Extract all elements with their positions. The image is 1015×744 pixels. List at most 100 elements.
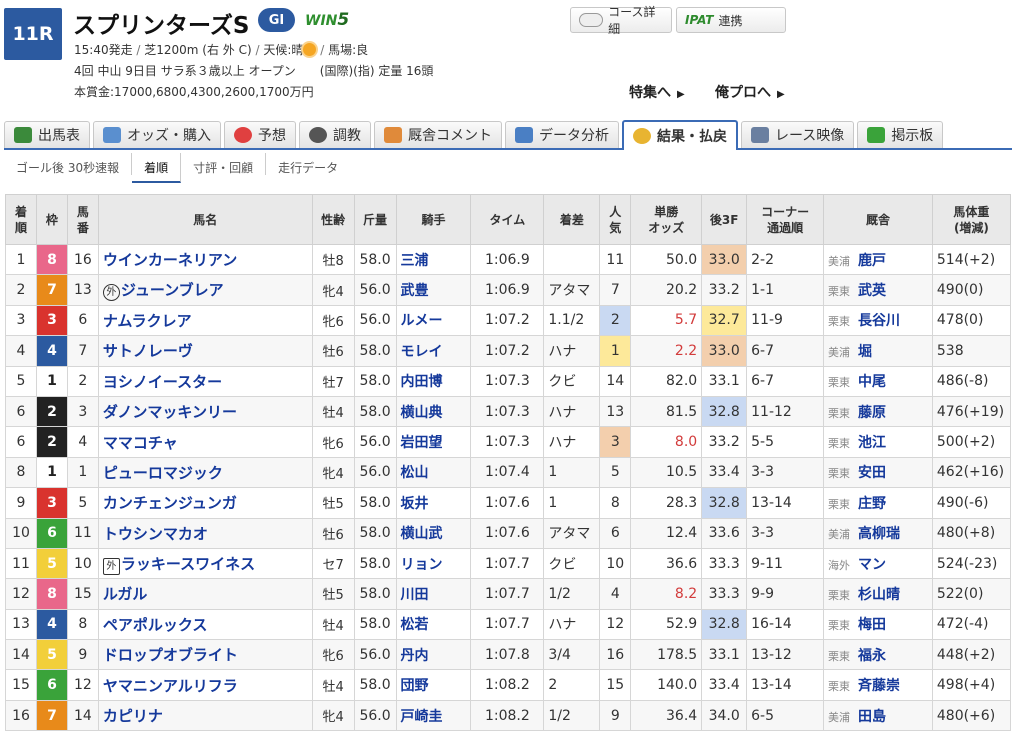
jockey-link[interactable]: 松山 bbox=[395, 456, 472, 489]
horse-name-link[interactable]: ドロップオブライト bbox=[103, 646, 238, 664]
horse-name-cell[interactable]: 外ラッキースワイネス bbox=[97, 547, 313, 580]
trainer-link[interactable]: 高柳瑞 bbox=[858, 526, 900, 542]
horse-name-cell[interactable]: トウシンマカオ bbox=[97, 517, 313, 549]
header-name[interactable]: 馬名 bbox=[97, 194, 313, 245]
trainer-link[interactable]: 杉山晴 bbox=[858, 587, 900, 603]
header-weight[interactable]: 斤量 bbox=[353, 194, 397, 245]
trainer-link[interactable]: 中尾 bbox=[858, 374, 886, 390]
umaban-cell: 13 bbox=[66, 274, 99, 306]
horse-name-link[interactable]: ジューンブレア bbox=[121, 281, 224, 299]
tab-yoso[interactable]: 予想 bbox=[224, 121, 296, 148]
orepro-link[interactable]: 俺プロへ ▶ bbox=[715, 82, 785, 102]
tab-chokyo[interactable]: 調教 bbox=[299, 121, 371, 148]
jockey-link[interactable]: 横山武 bbox=[395, 517, 472, 549]
subtab-chakujun[interactable]: 着順 bbox=[132, 153, 182, 183]
tab-shutsuba[interactable]: 出馬表 bbox=[4, 121, 90, 148]
header-rank[interactable]: 着 順 bbox=[5, 194, 37, 245]
header-sexage[interactable]: 性齢 bbox=[311, 194, 355, 245]
trainer-link[interactable]: 庄野 bbox=[858, 496, 886, 512]
horse-name-link[interactable]: ヤマニンアルリフラ bbox=[103, 677, 238, 695]
horse-name-cell[interactable]: ダノンマッキンリー bbox=[97, 395, 313, 428]
trainer-link[interactable]: 長谷川 bbox=[858, 313, 900, 329]
jockey-link[interactable]: 松若 bbox=[395, 608, 472, 641]
header-stable[interactable]: 厩舎 bbox=[823, 194, 933, 245]
trainer-link[interactable]: 梅田 bbox=[858, 617, 886, 633]
horse-name-link[interactable]: ウインカーネリアン bbox=[103, 251, 237, 269]
horse-name-cell[interactable]: カピリナ bbox=[97, 699, 313, 732]
trainer-link[interactable]: 藤原 bbox=[858, 405, 886, 421]
horse-name-link[interactable]: ラッキースワイネス bbox=[121, 555, 255, 573]
subtab-soko[interactable]: 走行データ bbox=[266, 153, 350, 175]
horse-name-cell[interactable]: ヨシノイースター bbox=[97, 365, 313, 397]
ipat-link-button[interactable]: IPAT 連携 bbox=[676, 7, 786, 33]
jockey-link[interactable]: 丹内 bbox=[395, 639, 472, 671]
horse-name-cell[interactable]: ヤマニンアルリフラ bbox=[97, 669, 313, 701]
tab-data[interactable]: データ分析 bbox=[505, 121, 619, 148]
header-bodyweight[interactable]: 馬体重 (増減) bbox=[931, 194, 1012, 245]
horse-name-cell[interactable]: ママコチャ bbox=[97, 426, 313, 458]
trainer-link[interactable]: 池江 bbox=[858, 435, 886, 451]
jockey-link[interactable]: 川田 bbox=[395, 578, 472, 610]
jockey-link[interactable]: 武豊 bbox=[395, 274, 472, 306]
jockey-link[interactable]: 戸崎圭 bbox=[395, 699, 472, 732]
horse-name-link[interactable]: ペアポルックス bbox=[103, 616, 208, 634]
horse-name-link[interactable]: カンチェンジュンガ bbox=[103, 494, 237, 512]
horse-name-cell[interactable]: ルガル bbox=[97, 578, 313, 610]
subtab-sunpyo[interactable]: 寸評・回顧 bbox=[181, 153, 267, 175]
tokushu-link[interactable]: 特集へ ▶ bbox=[629, 82, 685, 102]
course-detail-button[interactable]: コース詳細 bbox=[570, 5, 672, 36]
horse-name-link[interactable]: トウシンマカオ bbox=[103, 525, 208, 543]
trainer-link[interactable]: 福永 bbox=[858, 648, 886, 664]
header-corner[interactable]: コーナー 通過順 bbox=[746, 194, 825, 245]
jockey-link[interactable]: 団野 bbox=[395, 669, 472, 701]
tab-bbs[interactable]: 掲示板 bbox=[857, 121, 944, 148]
horse-name-cell[interactable]: ナムラクレア bbox=[97, 304, 313, 337]
trainer-link[interactable]: 安田 bbox=[858, 465, 886, 481]
horse-name-link[interactable]: ナムラクレア bbox=[103, 312, 192, 330]
horse-name-link[interactable]: ルガル bbox=[103, 585, 148, 603]
horse-name-cell[interactable]: カンチェンジュンガ bbox=[97, 487, 313, 519]
horse-name-link[interactable]: ママコチャ bbox=[103, 434, 178, 452]
rank-cell: 5 bbox=[5, 365, 37, 397]
trainer-link[interactable]: 鹿戸 bbox=[858, 253, 886, 269]
trainer-link[interactable]: 武英 bbox=[858, 283, 886, 299]
tab-odds[interactable]: オッズ・購入 bbox=[93, 121, 221, 148]
jockey-link[interactable]: 坂井 bbox=[395, 487, 472, 519]
header-odds[interactable]: 単勝 オッズ bbox=[630, 194, 703, 245]
corner-cell: 3-3 bbox=[746, 517, 825, 549]
jockey-link[interactable]: リョン bbox=[395, 547, 472, 580]
jockey-link[interactable]: 岩田望 bbox=[395, 426, 472, 458]
header-jockey[interactable]: 騎手 bbox=[395, 194, 472, 245]
tab-result[interactable]: 結果・払戻 bbox=[622, 120, 738, 150]
trainer-link[interactable]: 斉藤崇 bbox=[858, 678, 900, 694]
header-margin[interactable]: 着差 bbox=[543, 194, 601, 245]
subtab-sokuho[interactable]: ゴール後 30秒速報 bbox=[4, 153, 133, 175]
horse-name-link[interactable]: ヨシノイースター bbox=[103, 373, 222, 391]
horse-name-cell[interactable]: ピューロマジック bbox=[97, 456, 313, 489]
horse-name-link[interactable]: カピリナ bbox=[103, 707, 163, 725]
trainer-link[interactable]: 田島 bbox=[858, 709, 886, 725]
horse-name-cell[interactable]: ドロップオブライト bbox=[97, 639, 313, 671]
horse-name-cell[interactable]: サトノレーヴ bbox=[97, 335, 313, 367]
jockey-link[interactable]: モレイ bbox=[395, 335, 472, 367]
header-pop[interactable]: 人 気 bbox=[599, 194, 632, 245]
jockey-link[interactable]: 横山典 bbox=[395, 395, 472, 428]
horse-name-link[interactable]: サトノレーヴ bbox=[103, 342, 193, 360]
jockey-link[interactable]: 三浦 bbox=[395, 243, 472, 276]
horse-name-link[interactable]: ピューロマジック bbox=[103, 464, 223, 482]
trainer-link[interactable]: 堀 bbox=[858, 344, 872, 360]
jockey-link[interactable]: 内田博 bbox=[395, 365, 472, 397]
jockey-link[interactable]: ルメー bbox=[395, 304, 472, 337]
header-waku[interactable]: 枠 bbox=[35, 194, 68, 245]
header-last3f[interactable]: 後3F bbox=[701, 194, 748, 245]
trainer-link[interactable]: マン bbox=[858, 557, 886, 573]
horse-name-cell[interactable]: ペアポルックス bbox=[97, 608, 313, 641]
horse-name-cell[interactable]: 外ジューンブレア bbox=[97, 274, 313, 306]
waku-cell: 4 bbox=[35, 335, 68, 367]
header-umaban[interactable]: 馬 番 bbox=[66, 194, 99, 245]
horse-name-cell[interactable]: ウインカーネリアン bbox=[97, 243, 313, 276]
tab-movie[interactable]: レース映像 bbox=[741, 121, 855, 148]
tab-comment[interactable]: 厩舎コメント bbox=[374, 121, 502, 148]
horse-name-link[interactable]: ダノンマッキンリー bbox=[103, 403, 237, 421]
header-time[interactable]: タイム bbox=[470, 194, 545, 245]
